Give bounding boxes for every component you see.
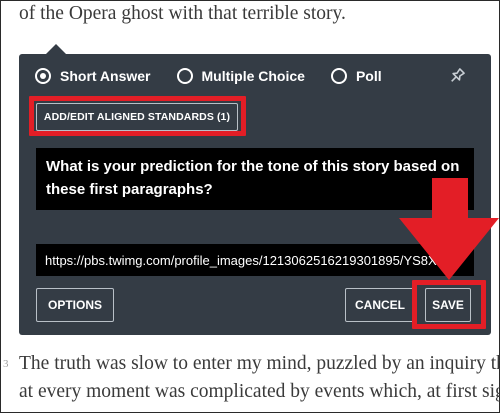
radio-unselected-icon[interactable]	[330, 68, 347, 84]
radio-label-multiple-choice: Multiple Choice	[201, 68, 305, 84]
article-line: The truth was slow to enter my mind, puz…	[19, 353, 500, 374]
question-type-group: Short Answer Multiple Choice Poll	[35, 65, 408, 87]
options-button[interactable]: OPTIONS	[36, 288, 114, 322]
radio-label-poll: Poll	[355, 68, 382, 84]
popover-notch	[46, 44, 66, 54]
down-arrow-icon	[393, 178, 500, 282]
radio-selected-icon[interactable]	[35, 68, 51, 84]
paragraph-number: 3	[3, 358, 9, 370]
cancel-button[interactable]: CANCEL	[345, 288, 415, 322]
radio-label-short-answer: Short Answer	[60, 68, 151, 84]
pin-icon[interactable]	[447, 66, 467, 86]
radio-short-answer[interactable]: Short Answer	[35, 68, 151, 84]
article-text-bottom: The truth was slow to enter my mind, puz…	[19, 350, 500, 406]
standards-highlight-box	[29, 96, 246, 136]
article-text-top: of the Opera ghost with that terrible st…	[19, 3, 346, 24]
save-highlight-box	[412, 280, 486, 329]
radio-multiple-choice[interactable]: Multiple Choice	[176, 68, 305, 84]
radio-poll[interactable]: Poll	[330, 68, 382, 84]
article-line: at every moment was complicated by event…	[19, 381, 500, 402]
radio-unselected-icon[interactable]	[176, 68, 193, 84]
